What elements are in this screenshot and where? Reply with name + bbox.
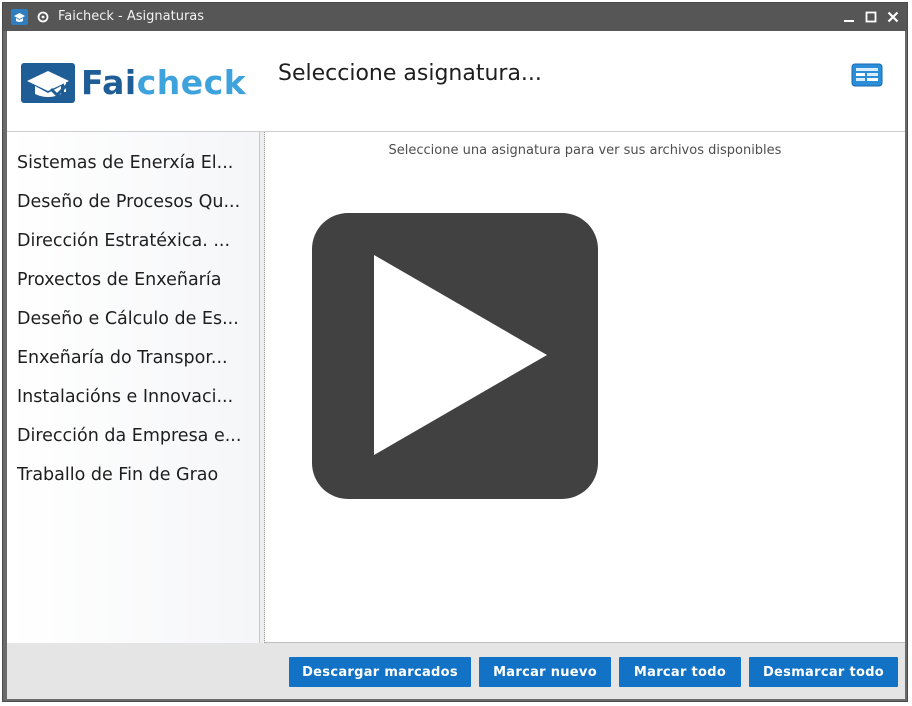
subject-item[interactable]: Traballo de Fin de Grao bbox=[17, 462, 257, 488]
unmark-all-button[interactable]: Desmarcar todo bbox=[749, 657, 898, 687]
mark-new-button[interactable]: Marcar nuevo bbox=[479, 657, 611, 687]
empty-hint: Seleccione una asignatura para ver sus a… bbox=[388, 143, 782, 158]
logo-text-part2: check bbox=[136, 63, 247, 102]
subject-item[interactable]: Deseño de Procesos Qu... bbox=[17, 189, 257, 215]
panel-icon[interactable] bbox=[851, 63, 883, 87]
page-title: Seleccione asignatura... bbox=[278, 61, 542, 86]
minimize-icon[interactable] bbox=[841, 9, 857, 25]
app-icon[interactable] bbox=[11, 9, 28, 25]
content-area: Faicheck Seleccione asignatura... Sistem… bbox=[7, 31, 905, 699]
maximize-icon[interactable] bbox=[863, 9, 879, 25]
subject-item[interactable]: Instalacións e Innovaci... bbox=[17, 384, 257, 410]
files-panel: Seleccione una asignatura para ver sus a… bbox=[265, 132, 905, 643]
header: Faicheck Seleccione asignatura... bbox=[7, 31, 905, 132]
subject-item[interactable]: Deseño e Cálculo de Es... bbox=[17, 306, 257, 332]
faicheck-logo: Faicheck bbox=[81, 63, 246, 103]
logo-text-part1: Fai bbox=[81, 63, 137, 102]
faicheck-logo-icon bbox=[21, 63, 75, 103]
video-overlay[interactable] bbox=[312, 213, 598, 499]
window-title: Faicheck - Asignaturas bbox=[58, 9, 205, 24]
title-bar: Faicheck - Asignaturas bbox=[3, 3, 907, 31]
subject-list: Sistemas de Enerxía El... Deseño de Proc… bbox=[7, 132, 260, 643]
app-window: Faicheck - Asignaturas Faicheck Seleccio… bbox=[2, 2, 908, 702]
mark-all-button[interactable]: Marcar todo bbox=[619, 657, 741, 687]
subject-item[interactable]: Dirección da Empresa e... bbox=[17, 423, 257, 449]
subject-item[interactable]: Enxeñaría do Transpor... bbox=[17, 345, 257, 371]
pin-icon[interactable] bbox=[35, 9, 51, 25]
download-marked-button[interactable]: Descargar marcados bbox=[289, 657, 471, 687]
subject-item[interactable]: Sistemas de Enerxía El... bbox=[17, 150, 257, 176]
subject-item[interactable]: Proxectos de Enxeñaría bbox=[17, 267, 257, 293]
close-icon[interactable] bbox=[885, 9, 901, 25]
play-icon[interactable] bbox=[312, 213, 598, 499]
action-bar: Descargar marcados Marcar nuevo Marcar t… bbox=[7, 643, 905, 699]
subject-item[interactable]: Dirección Estratéxica. ... bbox=[17, 228, 257, 254]
